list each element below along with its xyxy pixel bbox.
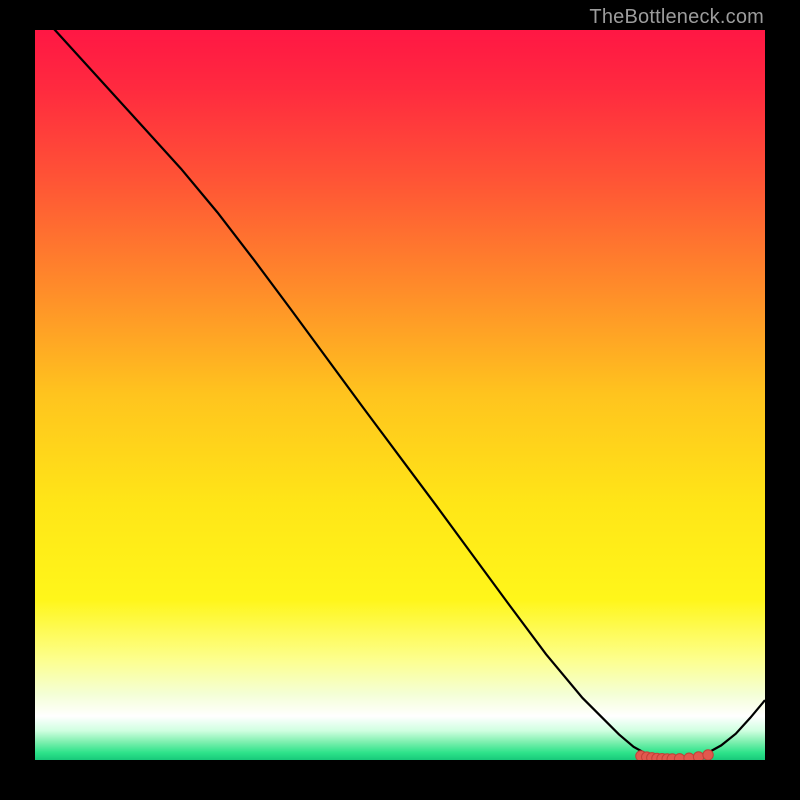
data-marker bbox=[703, 750, 713, 760]
data-marker bbox=[674, 754, 684, 760]
credit-text: TheBottleneck.com bbox=[589, 6, 764, 29]
chart-frame: TheBottleneck.com bbox=[0, 0, 800, 800]
gradient-background bbox=[35, 30, 765, 760]
chart-svg bbox=[35, 30, 765, 760]
data-marker bbox=[684, 753, 694, 760]
plot-area bbox=[35, 30, 765, 760]
data-marker bbox=[693, 752, 703, 760]
